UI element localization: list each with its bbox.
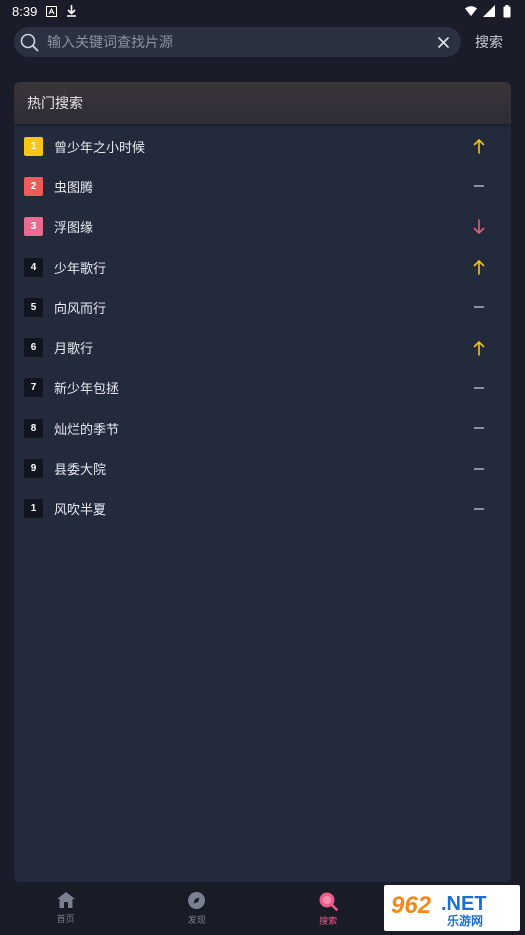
rank-badge: 6 <box>24 338 43 358</box>
hot-search-item[interactable]: 3 浮图缘 <box>14 207 511 247</box>
download-icon <box>65 5 77 17</box>
rank-badge: 1 <box>24 136 43 156</box>
search-submit-button[interactable]: 搜索 <box>475 32 503 52</box>
svg-text:.NET: .NET <box>441 893 487 915</box>
hot-search-item-title: 虫图腾 <box>54 179 94 195</box>
search-bar: 搜索 <box>14 27 511 57</box>
hot-search-item-title: 月歌行 <box>54 341 94 357</box>
signal-icon <box>483 5 495 17</box>
hot-search-item[interactable]: 9 县委大院 <box>14 448 511 488</box>
nav-item-label: 发现 <box>187 915 206 925</box>
rank-badge: 2 <box>24 176 43 196</box>
trend-flat-icon <box>471 461 487 477</box>
rank-badge: 3 <box>24 217 43 237</box>
hot-search-item[interactable]: 1 风吹半夏 <box>14 489 511 529</box>
hot-search-item-title: 风吹半夏 <box>54 502 107 518</box>
rank-badge: 9 <box>24 459 43 479</box>
status-time: 8:39 <box>12 3 38 19</box>
trend-flat-icon <box>471 299 487 315</box>
trend-flat-icon <box>471 178 487 194</box>
compass-icon <box>187 891 206 910</box>
nav-item-label: 首页 <box>56 914 75 924</box>
home-icon <box>56 891 76 909</box>
rank-badge: 1 <box>24 499 43 519</box>
hot-search-item-title: 灿烂的季节 <box>54 421 120 437</box>
rank-badge: 7 <box>24 378 43 398</box>
rank-badge: 4 <box>24 257 43 277</box>
nav-item-home[interactable]: 首页 <box>0 884 131 925</box>
trend-up-icon <box>471 259 487 275</box>
svg-text:962: 962 <box>391 892 432 919</box>
hot-search-item[interactable]: 7 新少年包拯 <box>14 368 511 408</box>
search-field[interactable] <box>14 27 461 57</box>
trend-down-icon <box>471 218 487 235</box>
rank-badge: 8 <box>24 418 43 438</box>
trend-flat-icon <box>471 380 487 396</box>
search-icon <box>20 33 39 52</box>
hot-search-panel: 热门搜索 1 曾少年之小时候 2 虫图腾 3 浮图缘 4 少年歌行 5 向风而行 6 月歌行 7 新少年包… <box>14 82 511 882</box>
watermark-logo: 962 .NET 乐游网 <box>384 885 520 931</box>
hot-search-list: 1 曾少年之小时候 2 虫图腾 3 浮图缘 4 少年歌行 5 向风而行 6 月歌行 7 新少年包拯 8 灿烂的… <box>14 124 511 529</box>
hot-search-item[interactable]: 2 虫图腾 <box>14 166 511 206</box>
trend-flat-icon <box>471 501 487 517</box>
trend-up-icon <box>471 138 487 154</box>
hot-search-item[interactable]: 1 曾少年之小时候 <box>14 126 511 166</box>
hot-search-title: 热门搜索 <box>14 82 511 124</box>
notification-app-icon <box>45 5 57 17</box>
hot-search-item[interactable]: 8 灿烂的季节 <box>14 408 511 448</box>
battery-icon <box>501 4 513 17</box>
svg-text:乐游网: 乐游网 <box>447 913 483 928</box>
search-icon <box>318 891 338 911</box>
wifi-icon <box>465 5 477 17</box>
trend-up-icon <box>471 340 487 356</box>
hot-search-item[interactable]: 5 向风而行 <box>14 287 511 327</box>
status-bar: 8:39 <box>0 0 525 22</box>
hot-search-item-title: 向风而行 <box>54 300 107 316</box>
hot-search-item-title: 少年歌行 <box>54 260 107 276</box>
hot-search-item[interactable]: 6 月歌行 <box>14 327 511 367</box>
nav-item-search[interactable]: 搜索 <box>263 884 394 927</box>
search-input[interactable] <box>47 34 430 50</box>
hot-search-item[interactable]: 4 少年歌行 <box>14 247 511 287</box>
trend-flat-icon <box>471 420 487 436</box>
hot-search-item-title: 县委大院 <box>54 462 107 478</box>
hot-search-item-title: 新少年包拯 <box>54 381 120 397</box>
hot-search-item-title: 浮图缘 <box>54 220 94 236</box>
nav-item-compass[interactable]: 发现 <box>131 884 262 926</box>
nav-item-label: 搜索 <box>319 916 338 926</box>
hot-search-item-title: 曾少年之小时候 <box>54 139 146 155</box>
clear-icon[interactable] <box>438 36 449 48</box>
rank-badge: 5 <box>24 297 43 317</box>
